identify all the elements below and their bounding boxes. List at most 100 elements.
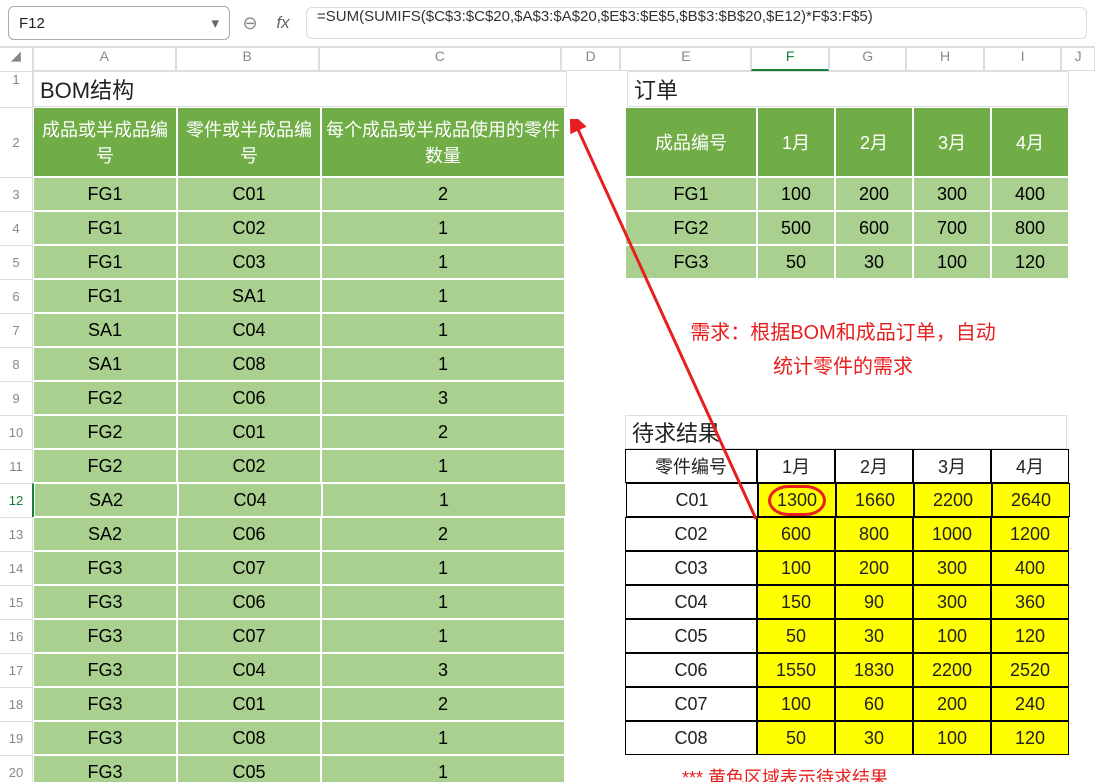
row-header-3[interactable]: 3 — [0, 177, 33, 212]
bom-r16-c[interactable]: 1 — [321, 619, 565, 653]
col-header-D[interactable]: D — [561, 47, 621, 71]
row-header-11[interactable]: 11 — [0, 449, 33, 484]
bom-r19-b[interactable]: C08 — [177, 721, 321, 755]
result-r14-f[interactable]: 100 — [757, 551, 835, 585]
result-r19-h[interactable]: 100 — [913, 721, 991, 755]
orders-r3-e[interactable]: FG1 — [625, 177, 757, 211]
bom-r9-b[interactable]: C06 — [177, 381, 321, 415]
orders-header-3[interactable]: 3月 — [913, 107, 991, 177]
cell-E6[interactable] — [625, 279, 1061, 313]
row-header-10[interactable]: 10 — [0, 415, 33, 450]
bom-r11-a[interactable]: FG2 — [33, 449, 177, 483]
col-header-B[interactable]: B — [176, 47, 319, 71]
cell-D15[interactable] — [565, 585, 625, 619]
result-r16-i[interactable]: 120 — [991, 619, 1069, 653]
result-r14-g[interactable]: 200 — [835, 551, 913, 585]
result-r16-h[interactable]: 100 — [913, 619, 991, 653]
col-header-J[interactable]: J — [1061, 47, 1095, 71]
result-r19-g[interactable]: 30 — [835, 721, 913, 755]
bom-r17-b[interactable]: C04 — [177, 653, 321, 687]
col-header-H[interactable]: H — [906, 47, 983, 71]
orders-r5-h[interactable]: 100 — [913, 245, 991, 279]
fx-icon[interactable]: fx — [270, 13, 296, 33]
col-header-I[interactable]: I — [984, 47, 1061, 71]
row-header-5[interactable]: 5 — [0, 245, 33, 280]
bom-header-1[interactable]: 零件或半成品编号 — [177, 107, 321, 177]
result-r13-f[interactable]: 600 — [757, 517, 835, 551]
orders-r3-h[interactable]: 300 — [913, 177, 991, 211]
cell-D8[interactable] — [565, 347, 625, 381]
row-header-1[interactable]: 1 — [0, 71, 33, 107]
result-r14-part[interactable]: C03 — [625, 551, 757, 585]
orders-r5-g[interactable]: 30 — [835, 245, 913, 279]
bom-r12-c[interactable]: 1 — [322, 483, 566, 517]
result-header-2[interactable]: 2月 — [835, 449, 913, 483]
bom-r14-c[interactable]: 1 — [321, 551, 565, 585]
zoom-out-icon[interactable]: ⊖ — [240, 13, 260, 34]
bom-r5-c[interactable]: 1 — [321, 245, 565, 279]
result-header-4[interactable]: 4月 — [991, 449, 1069, 483]
bom-r14-a[interactable]: FG3 — [33, 551, 177, 585]
orders-r3-g[interactable]: 200 — [835, 177, 913, 211]
result-r14-h[interactable]: 300 — [913, 551, 991, 585]
bom-header-0[interactable]: 成品或半成品编号 — [33, 107, 177, 177]
result-r18-f[interactable]: 100 — [757, 687, 835, 721]
bom-r5-a[interactable]: FG1 — [33, 245, 177, 279]
orders-r5-e[interactable]: FG3 — [625, 245, 757, 279]
result-r12-g[interactable]: 1660 — [836, 483, 914, 517]
result-title[interactable]: 待求结果 — [625, 415, 1067, 449]
bom-r11-c[interactable]: 1 — [321, 449, 565, 483]
cell-D14[interactable] — [565, 551, 625, 585]
result-r17-h[interactable]: 2200 — [913, 653, 991, 687]
result-header-1[interactable]: 1月 — [757, 449, 835, 483]
orders-header-1[interactable]: 1月 — [757, 107, 835, 177]
col-header-F[interactable]: F — [751, 47, 828, 71]
orders-r4-f[interactable]: 500 — [757, 211, 835, 245]
bom-r4-b[interactable]: C02 — [177, 211, 321, 245]
orders-header-0[interactable]: 成品编号 — [625, 107, 757, 177]
bom-r19-c[interactable]: 1 — [321, 721, 565, 755]
cell-D7[interactable] — [565, 313, 625, 347]
result-r18-i[interactable]: 240 — [991, 687, 1069, 721]
bom-r18-a[interactable]: FG3 — [33, 687, 177, 721]
bom-r13-a[interactable]: SA2 — [33, 517, 177, 551]
result-r15-g[interactable]: 90 — [835, 585, 913, 619]
orders-r4-i[interactable]: 800 — [991, 211, 1069, 245]
result-r16-part[interactable]: C05 — [625, 619, 757, 653]
result-header-0[interactable]: 零件编号 — [625, 449, 757, 483]
result-r16-g[interactable]: 30 — [835, 619, 913, 653]
bom-r20-c[interactable]: 1 — [321, 755, 565, 782]
row-header-20[interactable]: 20 — [0, 755, 33, 782]
bom-r20-b[interactable]: C05 — [177, 755, 321, 782]
result-r17-i[interactable]: 2520 — [991, 653, 1069, 687]
result-r12-i[interactable]: 2640 — [992, 483, 1070, 517]
col-header-C[interactable]: C — [319, 47, 561, 71]
cell-D4[interactable] — [565, 211, 625, 245]
bom-r10-b[interactable]: C01 — [177, 415, 321, 449]
spreadsheet-grid[interactable]: ◢ A B C D E F G H I J 1 BOM结构 订单 2 成品或半成… — [0, 47, 1095, 782]
row-header-12[interactable]: 12 — [0, 483, 34, 518]
result-r12-part[interactable]: C01 — [626, 483, 758, 517]
bom-r10-a[interactable]: FG2 — [33, 415, 177, 449]
bom-r6-c[interactable]: 1 — [321, 279, 565, 313]
result-r14-i[interactable]: 400 — [991, 551, 1069, 585]
result-r15-i[interactable]: 360 — [991, 585, 1069, 619]
orders-title[interactable]: 订单 — [627, 71, 1069, 107]
cell-D20[interactable] — [565, 755, 625, 782]
bom-r9-c[interactable]: 3 — [321, 381, 565, 415]
bom-r3-a[interactable]: FG1 — [33, 177, 177, 211]
bom-r18-c[interactable]: 2 — [321, 687, 565, 721]
row-header-7[interactable]: 7 — [0, 313, 33, 348]
cell-D17[interactable] — [565, 653, 625, 687]
result-selected-cell[interactable]: 1300 — [758, 483, 836, 517]
row-header-15[interactable]: 15 — [0, 585, 33, 620]
result-r18-part[interactable]: C07 — [625, 687, 757, 721]
chevron-down-icon[interactable]: ▾ — [211, 14, 219, 32]
select-all-corner[interactable]: ◢ — [0, 47, 33, 71]
result-r19-i[interactable]: 120 — [991, 721, 1069, 755]
cell-D1[interactable] — [567, 71, 627, 107]
bom-title[interactable]: BOM结构 — [33, 71, 567, 107]
row-header-9[interactable]: 9 — [0, 381, 33, 416]
row-header-14[interactable]: 14 — [0, 551, 33, 586]
row-header-6[interactable]: 6 — [0, 279, 33, 314]
